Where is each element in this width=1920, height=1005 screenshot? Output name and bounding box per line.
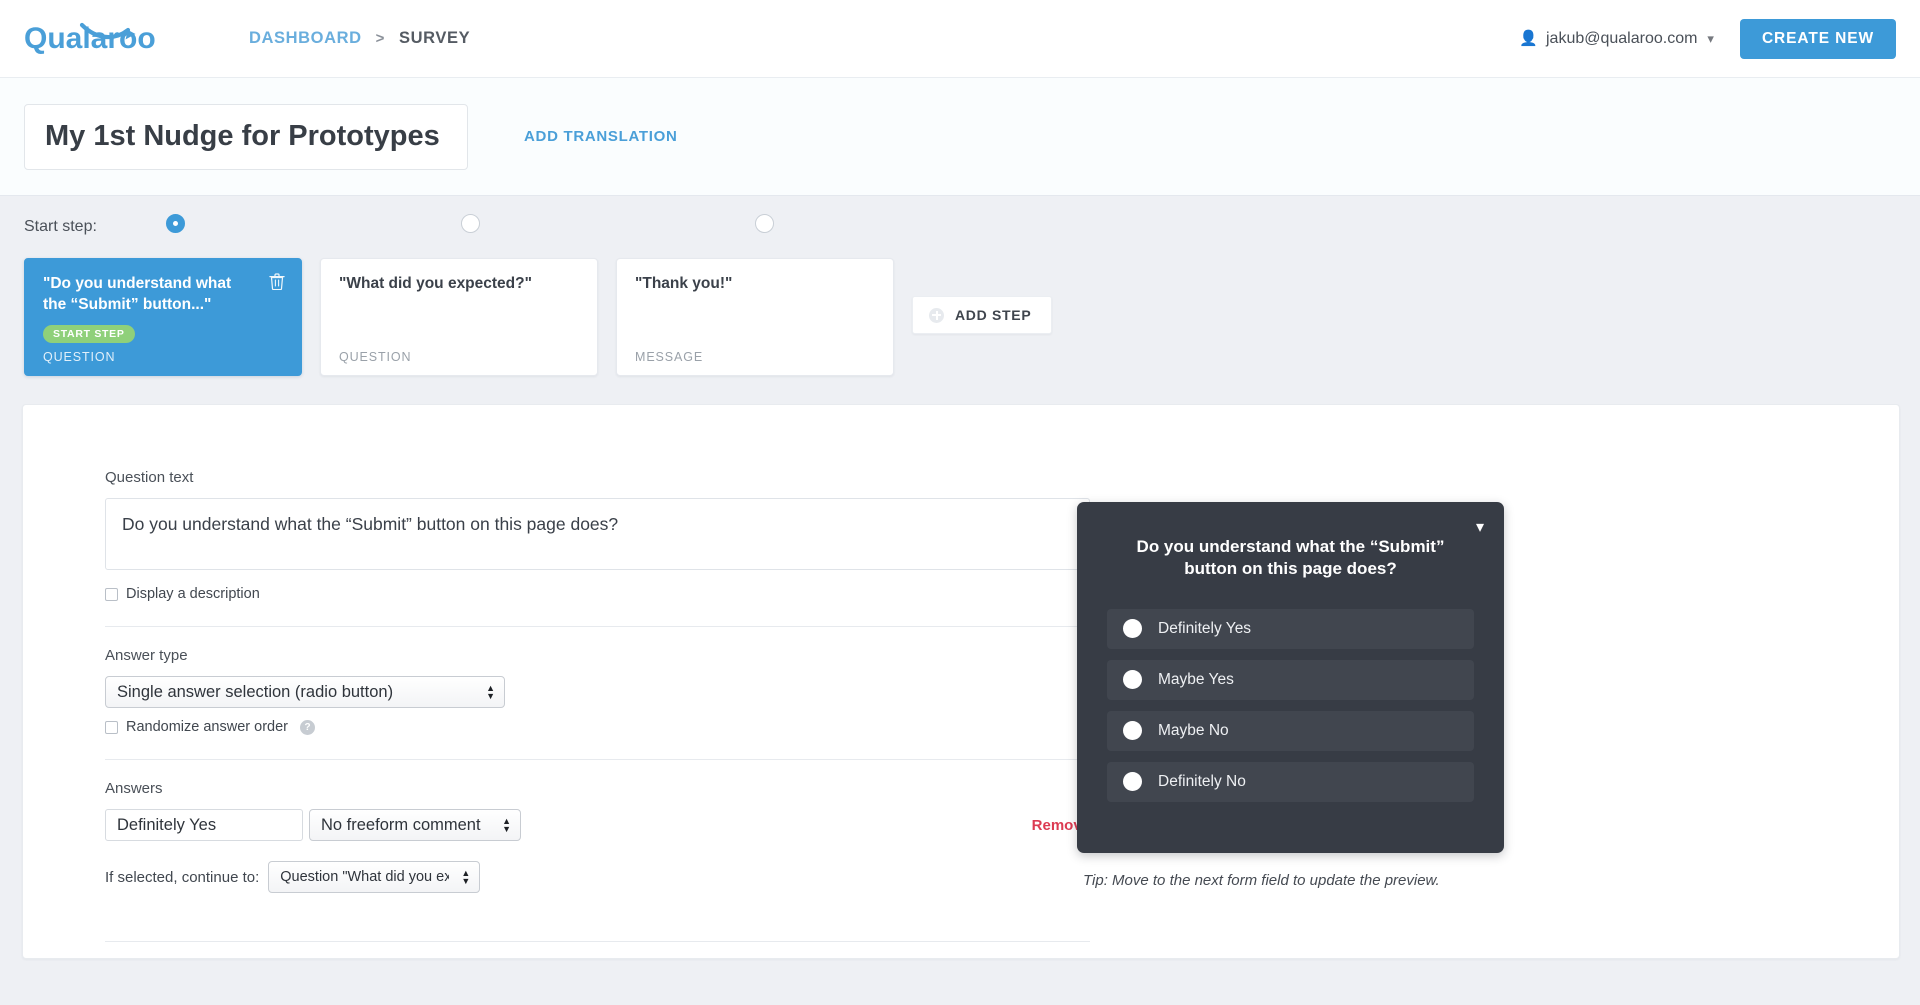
- continue-to-row: If selected, continue to: Question "What…: [105, 861, 1073, 893]
- svg-text:Qualaroo: Qualaroo: [24, 22, 156, 55]
- preview-option-1[interactable]: Maybe Yes: [1107, 660, 1474, 700]
- answer-text-input[interactable]: [105, 809, 303, 841]
- preview-option-label: Maybe No: [1158, 722, 1229, 740]
- steps-area: Start step: "Do you understand what the …: [0, 196, 1920, 376]
- step-card-title: "What did you expected?": [339, 274, 554, 295]
- panel-bottom-divider: [105, 941, 1090, 942]
- survey-title-input[interactable]: [24, 104, 468, 170]
- question-text-input[interactable]: Do you understand what the “Submit” butt…: [105, 498, 1090, 570]
- chevron-down-icon[interactable]: ▾: [1476, 520, 1484, 536]
- start-step-badge: START STEP: [43, 325, 135, 343]
- randomize-answer-order-row[interactable]: Randomize answer order ?: [105, 719, 1073, 735]
- step-card-list: "Do you understand what the “Submit” but…: [24, 258, 1896, 376]
- answer-type-select-wrap: Single answer selection (radio button) ▲…: [105, 676, 505, 708]
- divider: [105, 759, 1090, 760]
- step-card-type: QUESTION: [339, 350, 411, 364]
- step-card-title: "Do you understand what the “Submit” but…: [43, 274, 258, 316]
- create-new-button[interactable]: CREATE NEW: [1740, 19, 1896, 59]
- preview-option-2[interactable]: Maybe No: [1107, 711, 1474, 751]
- breadcrumb: DASHBOARD > SURVEY: [249, 29, 470, 48]
- step-card-title: "Thank you!": [635, 274, 850, 295]
- header-right-group: 👤 jakub@qualaroo.com ▾ CREATE NEW: [1519, 19, 1896, 59]
- radio-icon: [1123, 619, 1142, 638]
- continue-select-wrap: Question "What did you expect ▲▼: [268, 861, 480, 893]
- survey-preview-widget: ▾ Do you understand what the “Submit” bu…: [1077, 502, 1504, 853]
- start-step-row: Start step:: [24, 196, 1896, 258]
- breadcrumb-current: SURVEY: [399, 29, 470, 48]
- trash-icon[interactable]: [269, 273, 285, 290]
- freeform-select-wrap: No freeform comment ▲▼: [309, 809, 521, 841]
- freeform-comment-select[interactable]: No freeform comment: [309, 809, 521, 841]
- breadcrumb-separator-icon: >: [376, 30, 385, 47]
- step-card-0[interactable]: "Do you understand what the “Submit” but…: [24, 258, 302, 376]
- display-description-row[interactable]: Display a description: [105, 586, 1073, 602]
- preview-option-label: Maybe Yes: [1158, 671, 1234, 689]
- randomize-answer-order-checkbox[interactable]: [105, 721, 118, 734]
- answer-row: No freeform comment ▲▼ Remove: [105, 809, 1090, 841]
- start-step-radio-2[interactable]: [755, 214, 774, 233]
- user-email: jakub@qualaroo.com: [1546, 30, 1697, 48]
- continue-to-label: If selected, continue to:: [105, 869, 259, 886]
- add-step-button[interactable]: ADD STEP: [912, 296, 1052, 334]
- survey-title-band: ADD TRANSLATION: [0, 78, 1920, 196]
- question-text-label: Question text: [105, 469, 1073, 486]
- add-step-label: ADD STEP: [955, 307, 1031, 323]
- qualaroo-logo[interactable]: Qualaroo: [24, 17, 184, 61]
- plus-circle-icon: [929, 308, 944, 323]
- question-editor-panel: Question text Do you understand what the…: [22, 404, 1900, 959]
- start-step-radio-group: [24, 196, 1896, 258]
- answer-type-select[interactable]: Single answer selection (radio button): [105, 676, 505, 708]
- chevron-down-icon: ▾: [1707, 31, 1714, 47]
- qualaroo-logo-icon: Qualaroo: [24, 17, 184, 61]
- divider: [105, 626, 1090, 627]
- answers-label: Answers: [105, 780, 1073, 797]
- help-icon[interactable]: ?: [300, 720, 315, 735]
- preview-option-label: Definitely No: [1158, 773, 1246, 791]
- start-step-radio-0[interactable]: [166, 214, 185, 233]
- preview-option-label: Definitely Yes: [1158, 620, 1251, 638]
- display-description-checkbox[interactable]: [105, 588, 118, 601]
- preview-option-0[interactable]: Definitely Yes: [1107, 609, 1474, 649]
- add-translation-link[interactable]: ADD TRANSLATION: [524, 128, 678, 145]
- continue-to-select[interactable]: Question "What did you expect: [268, 861, 480, 893]
- step-card-type: MESSAGE: [635, 350, 703, 364]
- question-form: Question text Do you understand what the…: [23, 405, 1073, 958]
- answer-type-label: Answer type: [105, 647, 1073, 664]
- user-menu[interactable]: 👤 jakub@qualaroo.com ▾: [1519, 30, 1714, 48]
- randomize-answer-order-label: Randomize answer order: [126, 719, 288, 735]
- preview-question-text: Do you understand what the “Submit” butt…: [1107, 528, 1474, 581]
- radio-icon: [1123, 721, 1142, 740]
- preview-option-3[interactable]: Definitely No: [1107, 762, 1474, 802]
- radio-icon: [1123, 772, 1142, 791]
- start-step-radio-1[interactable]: [461, 214, 480, 233]
- breadcrumb-dashboard[interactable]: DASHBOARD: [249, 29, 362, 48]
- top-header-bar: Qualaroo DASHBOARD > SURVEY 👤 jakub@qual…: [0, 0, 1920, 78]
- preview-column: ▾ Do you understand what the “Submit” bu…: [1073, 405, 1899, 958]
- step-card-1[interactable]: "What did you expected?" QUESTION: [320, 258, 598, 376]
- step-card-2[interactable]: "Thank you!" MESSAGE: [616, 258, 894, 376]
- display-description-label: Display a description: [126, 586, 260, 602]
- radio-icon: [1123, 670, 1142, 689]
- user-icon: 👤: [1519, 31, 1538, 46]
- step-card-type: QUESTION: [43, 350, 115, 364]
- preview-tip-text: Tip: Move to the next form field to upda…: [1083, 872, 1899, 889]
